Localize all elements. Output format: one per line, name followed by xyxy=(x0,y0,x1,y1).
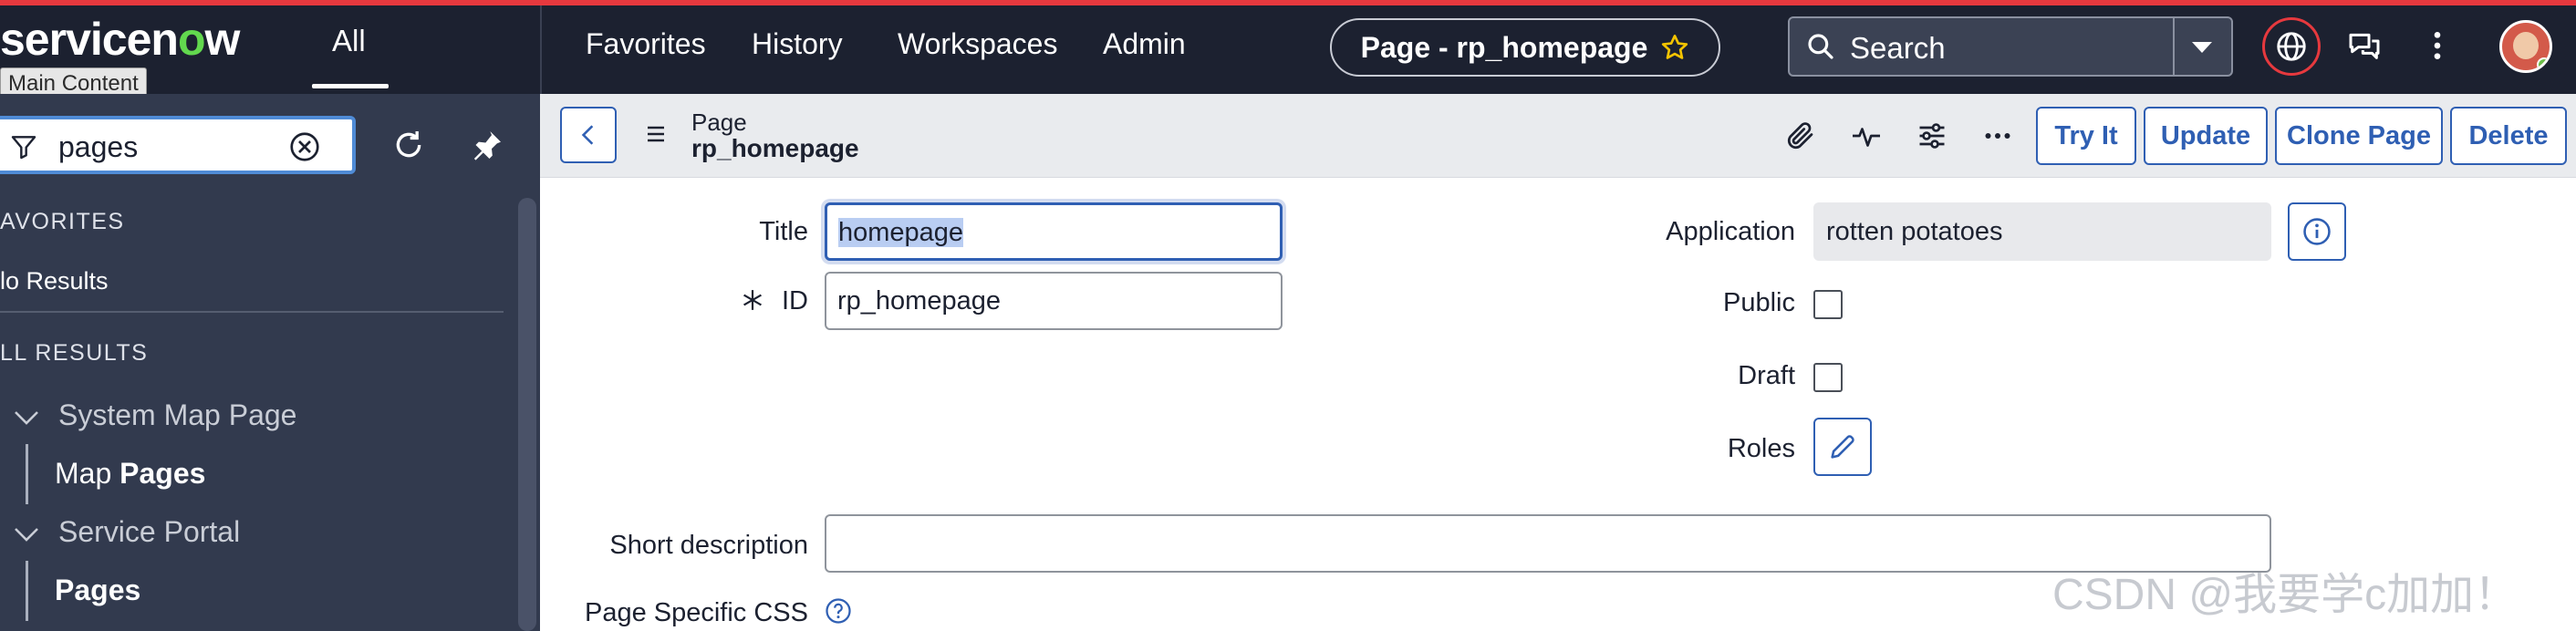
nav-history[interactable]: History xyxy=(752,27,843,61)
all-results-heading: LL RESULTS xyxy=(0,340,149,366)
hamburger-menu-icon[interactable] xyxy=(642,121,670,147)
search-icon xyxy=(1808,34,1833,59)
nav-favorites[interactable]: Favorites xyxy=(586,27,706,61)
language-globe-button[interactable] xyxy=(2262,17,2321,76)
filter-value: pages xyxy=(58,130,139,163)
public-label: Public xyxy=(1723,288,1795,317)
sidebar-item-map-pages[interactable]: Map Pages xyxy=(55,457,205,491)
chevron-down-icon[interactable] xyxy=(13,409,40,427)
roles-label: Roles xyxy=(1727,434,1795,463)
star-icon[interactable] xyxy=(1660,33,1689,62)
filter-icon xyxy=(11,136,36,160)
sidebar-divider xyxy=(0,311,504,313)
more-horizontal-icon[interactable] xyxy=(1981,119,2014,152)
user-avatar[interactable] xyxy=(2499,20,2552,73)
application-field: rotten potatoes xyxy=(1813,202,2271,261)
record-type-label: Page xyxy=(691,109,747,136)
sidebar-group-service-portal[interactable]: Service Portal xyxy=(58,515,240,549)
globe-icon xyxy=(2277,32,2306,61)
all-tab-underline xyxy=(312,84,389,88)
clear-filter-icon[interactable] xyxy=(288,130,321,163)
search-scope-caret-icon[interactable] xyxy=(2184,33,2220,60)
search-separator xyxy=(2173,18,2175,75)
edit-roles-button[interactable] xyxy=(1813,418,1872,476)
application-value: rotten potatoes xyxy=(1826,217,2003,246)
title-label: Title xyxy=(759,217,808,246)
global-search[interactable]: Search xyxy=(1788,16,2233,77)
id-value: rp_homepage xyxy=(837,286,1001,316)
avatar-face xyxy=(2513,32,2539,59)
header-divider xyxy=(540,5,542,94)
short-description-label: Short description xyxy=(609,531,808,560)
delete-button[interactable]: Delete xyxy=(2450,107,2567,165)
favorites-heading: AVORITES xyxy=(0,209,125,234)
draft-checkbox[interactable] xyxy=(1813,363,1843,392)
title-value: homepage xyxy=(838,218,964,247)
csdn-watermark: CSDN @我要学c加加！ xyxy=(2052,571,2519,619)
info-icon xyxy=(2303,218,2331,245)
public-checkbox[interactable] xyxy=(1813,290,1843,319)
page-title-pill[interactable]: Page - rp_homepage xyxy=(1330,18,1720,77)
no-results-text: lo Results xyxy=(0,267,109,295)
page-pill-label: Page - rp_homepage xyxy=(1360,30,1648,64)
clone-page-button[interactable]: Clone Page xyxy=(2275,107,2443,165)
pin-icon[interactable] xyxy=(469,127,505,163)
pencil-icon xyxy=(1831,435,1854,459)
nav-workspaces[interactable]: Workspaces xyxy=(898,27,1057,61)
settings-sliders-icon[interactable] xyxy=(1916,119,1948,152)
tree-line xyxy=(26,561,28,621)
tree-line xyxy=(26,444,28,504)
all-menu-tab[interactable]: All xyxy=(332,24,366,58)
search-label: Search xyxy=(1850,31,1946,65)
draft-label: Draft xyxy=(1738,361,1795,390)
navigator-sidebar: pages AVORITES lo Results LL RESULTS Sys… xyxy=(0,94,540,631)
page-css-label: Page Specific CSS xyxy=(584,598,808,627)
application-info-button[interactable] xyxy=(2288,202,2346,261)
form-header: Page rp_homepage Try It Update Clone Pag… xyxy=(540,94,2576,178)
title-input[interactable]: homepage xyxy=(825,202,1283,261)
more-vertical-icon[interactable] xyxy=(2419,27,2456,64)
activity-pulse-icon[interactable] xyxy=(1850,119,1883,152)
sidebar-item-pages[interactable]: Pages xyxy=(55,574,140,607)
sidebar-group-system-map-page[interactable]: System Map Page xyxy=(58,398,296,432)
chat-icon[interactable] xyxy=(2346,27,2383,64)
navigator-filter-input[interactable]: pages xyxy=(0,116,356,174)
refresh-icon[interactable] xyxy=(390,127,427,163)
chevron-down-icon[interactable] xyxy=(13,525,40,543)
update-button[interactable]: Update xyxy=(2144,107,2268,165)
id-input[interactable]: rp_homepage xyxy=(825,272,1283,330)
chevron-left-icon xyxy=(581,125,594,145)
help-icon[interactable] xyxy=(825,597,852,625)
back-button[interactable] xyxy=(560,107,617,163)
servicenow-logo[interactable]: servicenow xyxy=(0,13,240,66)
sidebar-scrollbar[interactable] xyxy=(518,198,536,631)
required-asterisk-icon xyxy=(743,290,762,310)
nav-admin[interactable]: Admin xyxy=(1103,27,1186,61)
record-name-label: rp_homepage xyxy=(691,134,859,162)
attachment-icon[interactable] xyxy=(1784,119,1817,152)
application-label: Application xyxy=(1666,217,1795,246)
online-status-dot xyxy=(2537,57,2550,70)
id-label: ID xyxy=(782,286,808,316)
try-it-button[interactable]: Try It xyxy=(2036,107,2136,165)
